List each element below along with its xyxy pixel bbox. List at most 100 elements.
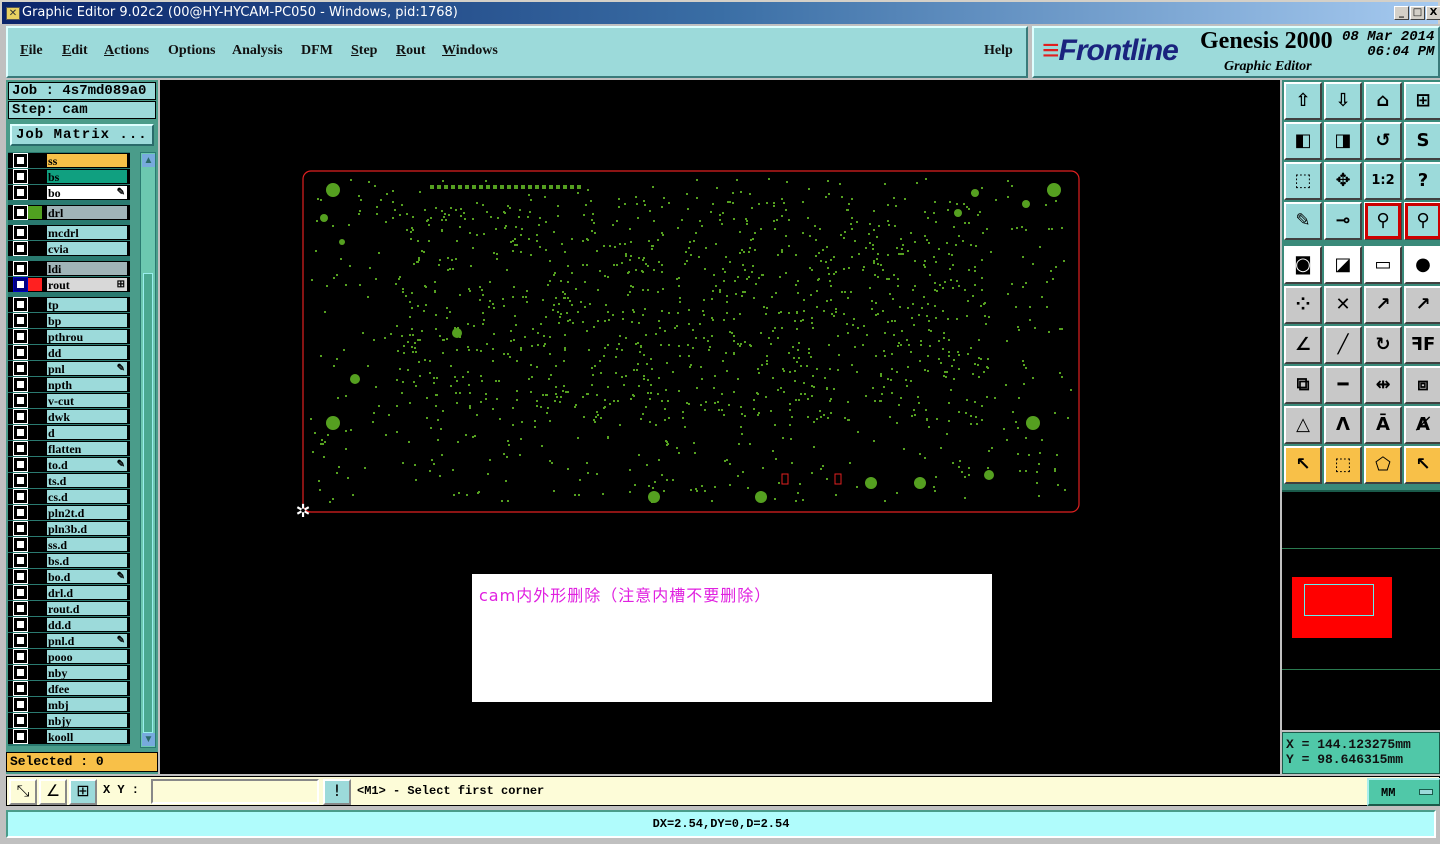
layer-checkbox[interactable] bbox=[13, 185, 28, 200]
scroll-up-icon[interactable]: ▲ bbox=[142, 154, 155, 167]
measure-ruler-icon[interactable]: ▭ bbox=[1364, 246, 1402, 284]
layer-row[interactable]: rout ⊞ bbox=[8, 277, 130, 292]
menu-actions[interactable]: Actions bbox=[104, 43, 149, 59]
layer-row[interactable]: d bbox=[8, 425, 130, 440]
layer-name[interactable]: to.d ✎ bbox=[46, 457, 128, 472]
layer-checkbox[interactable] bbox=[13, 169, 28, 184]
layer-checkbox[interactable] bbox=[13, 553, 28, 568]
zoom-center-icon[interactable]: ✥ bbox=[1324, 162, 1362, 200]
layer-name[interactable]: dwk bbox=[46, 409, 128, 424]
layer-checkbox[interactable] bbox=[13, 713, 28, 728]
layer-checkbox[interactable] bbox=[13, 225, 28, 240]
layer-name[interactable]: dfee bbox=[46, 681, 128, 696]
resize-icon[interactable]: ◪ bbox=[1324, 246, 1362, 284]
layer-checkbox[interactable] bbox=[13, 489, 28, 504]
net-highlight-icon[interactable]: ⚲ bbox=[1364, 202, 1402, 240]
layer-name[interactable]: ss.d bbox=[46, 537, 128, 552]
layer-name[interactable]: kooll bbox=[46, 729, 128, 744]
layer-row[interactable]: cvia bbox=[8, 241, 130, 256]
layer-checkbox[interactable] bbox=[13, 409, 28, 424]
feature-select-icon[interactable]: ◙ bbox=[1284, 246, 1322, 284]
layer-name[interactable]: ts.d bbox=[46, 473, 128, 488]
overview-map[interactable] bbox=[1282, 490, 1440, 730]
layer-scrollbar[interactable]: ▲ ▼ bbox=[140, 152, 156, 748]
layer-row[interactable]: dd.d bbox=[8, 617, 130, 632]
menu-windows[interactable]: Windows bbox=[442, 43, 498, 59]
layer-row[interactable]: mcdrl bbox=[8, 225, 130, 240]
layer-row[interactable]: mbj bbox=[8, 697, 130, 712]
dimension-icon[interactable]: ⇹ bbox=[1364, 366, 1402, 404]
layer-checkbox[interactable] bbox=[13, 569, 28, 584]
layer-checkbox[interactable] bbox=[13, 393, 28, 408]
layer-row[interactable]: ss.d bbox=[8, 537, 130, 552]
layer-checkbox[interactable] bbox=[13, 261, 28, 276]
layer-row[interactable]: pthrou bbox=[8, 329, 130, 344]
layer-name[interactable]: dd.d bbox=[46, 617, 128, 632]
layer-name[interactable]: tp bbox=[46, 297, 128, 312]
copy-pad-icon[interactable]: ↗ bbox=[1404, 286, 1440, 324]
undo-zoom-icon[interactable]: ↺ bbox=[1364, 122, 1402, 160]
layer-checkbox[interactable] bbox=[13, 425, 28, 440]
layer-row[interactable]: dwk bbox=[8, 409, 130, 424]
move-square-icon[interactable]: ⧉ bbox=[1284, 366, 1322, 404]
overlap-icon[interactable]: ⧈ bbox=[1404, 366, 1440, 404]
zoom-fit-icon[interactable]: ⬚ bbox=[1284, 162, 1322, 200]
layer-row[interactable]: bs bbox=[8, 169, 130, 184]
angle-icon[interactable]: ∠ bbox=[1284, 326, 1322, 364]
shape-1-icon[interactable]: △ bbox=[1284, 406, 1322, 444]
close-button[interactable]: X bbox=[1426, 6, 1440, 20]
menu-step[interactable]: Step bbox=[351, 43, 377, 59]
layer-name[interactable]: rout.d bbox=[46, 601, 128, 616]
grid-xy-icon[interactable]: ⊞ bbox=[1404, 82, 1440, 120]
layer-checkbox[interactable] bbox=[13, 441, 28, 456]
layer-name[interactable]: cvia bbox=[46, 241, 128, 256]
layer-checkbox[interactable] bbox=[13, 153, 28, 168]
layer-row[interactable]: pnl.d ✎ bbox=[8, 633, 130, 648]
layer-row[interactable]: drl.d bbox=[8, 585, 130, 600]
layer-row[interactable]: pooo bbox=[8, 649, 130, 664]
layer-row[interactable]: bo ✎ bbox=[8, 185, 130, 200]
layer-row[interactable]: v-cut bbox=[8, 393, 130, 408]
layer-checkbox[interactable] bbox=[13, 505, 28, 520]
overview-viewport[interactable] bbox=[1304, 584, 1374, 616]
layer-checkbox[interactable] bbox=[13, 361, 28, 376]
tools-icon[interactable]: ✎ bbox=[1284, 202, 1322, 240]
shape-4-icon[interactable]: Ⱥ bbox=[1404, 406, 1440, 444]
menu-file[interactable]: File bbox=[20, 43, 43, 59]
layer-row[interactable]: drl bbox=[8, 205, 130, 220]
layer-name[interactable]: bs bbox=[46, 169, 128, 184]
layer-name[interactable]: v-cut bbox=[46, 393, 128, 408]
layer-name[interactable]: ldi bbox=[46, 261, 128, 276]
help-icon[interactable]: ? bbox=[1404, 162, 1440, 200]
job-matrix-button[interactable]: Job Matrix ... bbox=[10, 124, 154, 146]
layer-checkbox[interactable] bbox=[13, 617, 28, 632]
layer-checkbox[interactable] bbox=[13, 457, 28, 472]
pointer-net-icon[interactable]: ↖ bbox=[1404, 446, 1440, 484]
alert-icon[interactable]: ! bbox=[323, 779, 351, 805]
layer-color-swatch[interactable] bbox=[28, 206, 42, 219]
layer-row[interactable]: npth bbox=[8, 377, 130, 392]
layer-checkbox[interactable] bbox=[13, 241, 28, 256]
scale-icon[interactable]: 1:2 bbox=[1364, 162, 1402, 200]
layer-name[interactable]: bo ✎ bbox=[46, 185, 128, 200]
scroll-down-icon[interactable]: ▼ bbox=[142, 733, 155, 746]
layer-row[interactable]: dfee bbox=[8, 681, 130, 696]
layer-row[interactable]: pln3b.d bbox=[8, 521, 130, 536]
pointer-poly-icon[interactable]: ⬠ bbox=[1364, 446, 1402, 484]
app-icon[interactable]: ✕ bbox=[6, 7, 20, 20]
snap-icon[interactable]: ⊸ bbox=[1324, 202, 1362, 240]
layer-name[interactable]: ss bbox=[46, 153, 128, 168]
layer-row[interactable]: rout.d bbox=[8, 601, 130, 616]
menu-options[interactable]: Options bbox=[168, 43, 215, 59]
pan-right-icon[interactable]: ◨ bbox=[1324, 122, 1362, 160]
layer-row[interactable]: nbjy bbox=[8, 713, 130, 728]
snake-icon[interactable]: S bbox=[1404, 122, 1440, 160]
mirror-icon[interactable]: ꟻF bbox=[1404, 326, 1440, 364]
horizontal-line-icon[interactable]: ━ bbox=[1324, 366, 1362, 404]
menu-help[interactable]: Help bbox=[984, 43, 1013, 59]
layer-name[interactable]: rout ⊞ bbox=[46, 277, 128, 292]
layer-name[interactable]: bo.d ✎ bbox=[46, 569, 128, 584]
layer-row[interactable]: dd bbox=[8, 345, 130, 360]
layer-name[interactable]: pooo bbox=[46, 649, 128, 664]
rotate-icon[interactable]: ↻ bbox=[1364, 326, 1402, 364]
